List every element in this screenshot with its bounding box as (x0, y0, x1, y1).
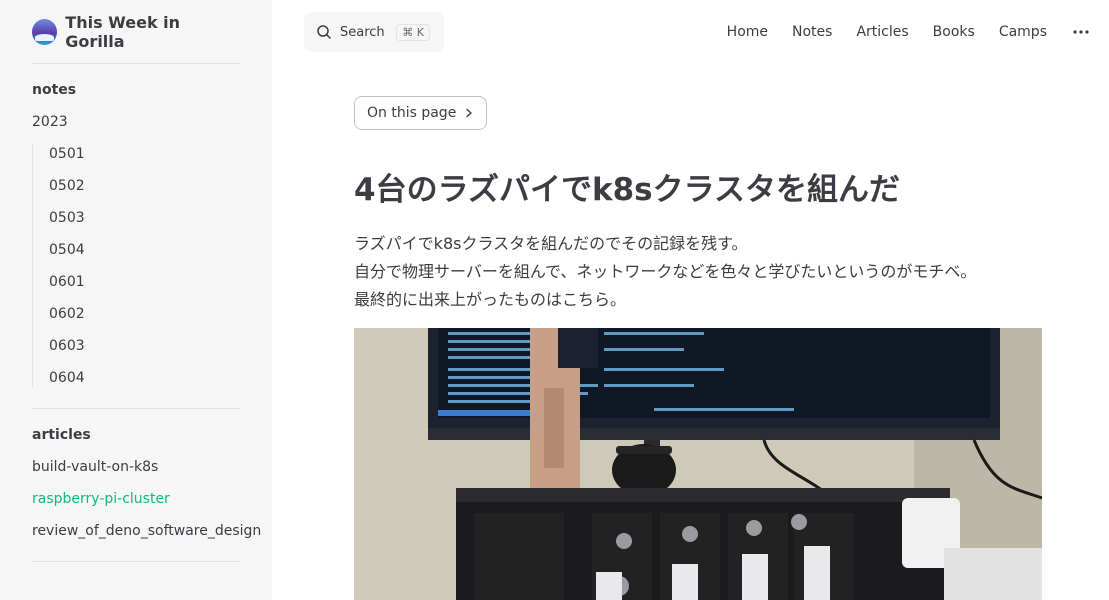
sidebar-item-raspberry-pi-cluster[interactable]: raspberry-pi-cluster (32, 489, 240, 521)
sidebar-item-0601[interactable]: 0601 (49, 272, 240, 304)
sidebar-item-0501[interactable]: 0501 (49, 144, 240, 176)
sidebar-item-0502[interactable]: 0502 (49, 176, 240, 208)
sidebar-item-build-vault-on-k8s[interactable]: build-vault-on-k8s (32, 457, 240, 489)
nav-home[interactable]: Home (727, 20, 768, 44)
nav-camps[interactable]: Camps (999, 20, 1047, 44)
page-title: 4台のラズパイでk8sクラスタを組んだ (354, 172, 900, 208)
on-this-page-label: On this page (367, 105, 457, 121)
search-shortcut: ⌘ K (396, 23, 430, 41)
search-icon (317, 25, 331, 39)
nav-articles[interactable]: Articles (856, 20, 908, 44)
sidebar-divider (32, 561, 240, 562)
site-logo-icon (32, 18, 58, 45)
cluster-photo-illustration (354, 328, 1042, 600)
sidebar-item-0604[interactable]: 0604 (49, 368, 240, 388)
sidebar-item-0602[interactable]: 0602 (49, 304, 240, 336)
sidebar-item-0504[interactable]: 0504 (49, 240, 240, 272)
paragraph: 自分で物理サーバーを組んで、ネットワークなどを色々と学びたいというのがモチベ。 (354, 262, 977, 281)
cluster-photo (354, 328, 1042, 600)
on-this-page-button[interactable]: On this page (354, 96, 488, 130)
chevron-right-icon (466, 108, 473, 118)
sidebar: This Week in Gorilla notes 2023 0501 050… (0, 0, 272, 600)
paragraph: 最終的に出来上がったものはこちら。 (354, 290, 627, 309)
section-title-notes[interactable]: notes (32, 80, 240, 100)
notes-list: 0501 0502 0503 0504 0601 0602 0603 0604 (32, 144, 240, 388)
group-title-2023[interactable]: 2023 (32, 112, 240, 132)
brand[interactable]: This Week in Gorilla (32, 0, 240, 64)
notes-section: notes 2023 0501 0502 0503 0504 0601 0602… (32, 64, 240, 409)
site-title[interactable]: This Week in Gorilla (65, 13, 240, 51)
search-button[interactable]: Search ⌘ K (304, 12, 444, 52)
top-nav: Home Notes Articles Books Camps (703, 20, 1109, 44)
sidebar-item-0503[interactable]: 0503 (49, 208, 240, 240)
section-title-articles[interactable]: articles (32, 425, 240, 445)
paragraph: ラズパイでk8sクラスタを組んだのでその記録を残す。 (354, 234, 748, 253)
articles-section: articles build-vault-on-k8s raspberry-pi… (32, 409, 261, 562)
nav-books[interactable]: Books (933, 20, 975, 44)
sidebar-item-0603[interactable]: 0603 (49, 336, 240, 368)
intro-text: ラズパイでk8sクラスタを組んだのでその記録を残す。 自分で物理サーバーを組んで… (354, 230, 976, 314)
sidebar-item-review-of-deno-software-design[interactable]: review_of_deno_software_design (32, 521, 261, 553)
search-label: Search (340, 24, 385, 40)
more-icon[interactable] (1073, 30, 1089, 34)
nav-notes[interactable]: Notes (792, 20, 832, 44)
